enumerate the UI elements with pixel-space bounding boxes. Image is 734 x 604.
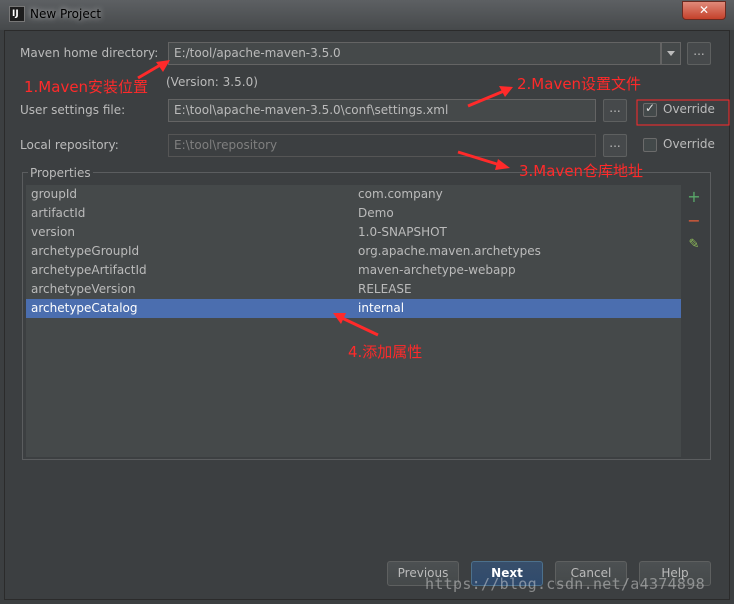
- arrow-4: [341, 316, 379, 337]
- arrow-3-head: [495, 159, 510, 170]
- highlight-box: [636, 99, 730, 126]
- annotation-add-property: 4.添加属性: [348, 343, 423, 361]
- watermark: https://blog.csdn.net/a4374898: [425, 575, 705, 593]
- annotation-repository: 3.Maven仓库地址: [519, 162, 644, 180]
- annotation-settings-file: 2.Maven设置文件: [517, 75, 642, 93]
- arrow-3: [457, 150, 501, 167]
- arrow-2: [467, 89, 505, 108]
- annotation-maven-home: 1.Maven安装位置: [24, 78, 149, 96]
